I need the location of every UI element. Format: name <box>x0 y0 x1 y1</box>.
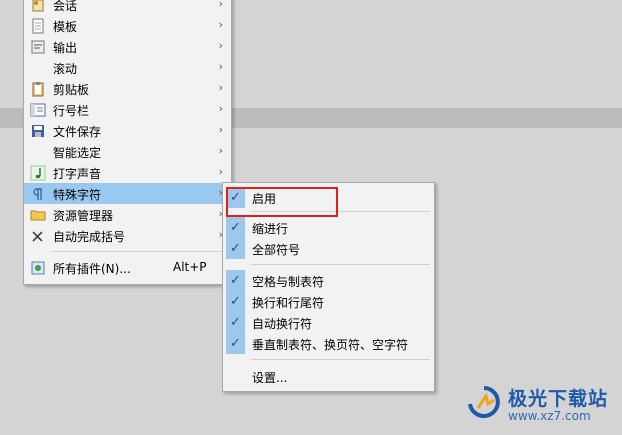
chevron-right-icon: › <box>218 81 223 94</box>
folder-icon <box>30 207 46 223</box>
menu-separator <box>52 251 227 252</box>
watermark: 极光下载站 www.xz7.com <box>460 382 620 430</box>
menu-item-typing-sound[interactable]: 打字声音 › <box>24 162 231 183</box>
menu-item-explorer[interactable]: 资源管理器 › <box>24 204 231 225</box>
menu-item-template[interactable]: 模板 › <box>24 15 231 36</box>
output-icon <box>30 39 46 55</box>
chevron-right-icon: › <box>218 18 223 31</box>
chevron-right-icon: › <box>218 144 223 157</box>
submenu-item-label: 垂直制表符、换页符、空字符 <box>252 338 409 352</box>
menu-item-label: 自动完成括号 <box>53 230 126 244</box>
menu-item-special-chars[interactable]: 特殊字符 › <box>24 183 231 204</box>
line-number-icon <box>30 102 46 118</box>
clipboard-icon <box>30 81 46 97</box>
music-note-icon <box>30 165 46 181</box>
checkmark-icon: ✓ <box>226 312 245 333</box>
watermark-logo-icon <box>464 382 504 422</box>
menu-item-session[interactable]: 会话 › <box>24 0 231 15</box>
menu-item-label: 智能选定 <box>53 146 102 160</box>
menu-item-clipboard[interactable]: 剪贴板 › <box>24 78 231 99</box>
menu-item-label: 模板 <box>53 20 78 34</box>
chevron-right-icon: › <box>218 60 223 73</box>
submenu-item-wrap-symbols[interactable]: ✓ 自动换行符 <box>223 312 434 333</box>
checkmark-icon: ✓ <box>226 217 245 238</box>
submenu-item-control-chars[interactable]: ✓ 垂直制表符、换页符、空字符 <box>223 333 434 354</box>
watermark-title: 极光下载站 <box>508 388 609 410</box>
checkmark-icon: ✓ <box>226 238 245 259</box>
menu-item-label: 会话 <box>53 0 78 13</box>
menu-item-label: 输出 <box>53 41 78 55</box>
pilcrow-icon <box>30 186 46 202</box>
menu-item-label: 滚动 <box>53 62 78 76</box>
annotation-highlight-box <box>226 187 338 217</box>
watermark-url: www.xz7.com <box>508 409 591 423</box>
template-icon <box>30 18 46 34</box>
menu-item-output[interactable]: 输出 › <box>24 36 231 57</box>
menu-item-all-plugins[interactable]: 所有插件(N)... Alt+P <box>24 257 231 278</box>
chevron-right-icon: › <box>218 102 223 115</box>
submenu-item-label: 全部符号 <box>252 243 301 257</box>
menu-separator <box>251 264 430 265</box>
checkmark-icon: ✓ <box>226 291 245 312</box>
submenu-item-label: 自动换行符 <box>252 317 313 331</box>
submenu-item-label: 缩进行 <box>252 222 289 236</box>
menu-item-label: 特殊字符 <box>53 188 102 202</box>
submenu-item-spaces-tabs[interactable]: ✓ 空格与制表符 <box>223 270 434 291</box>
checkmark-icon: ✓ <box>226 333 245 354</box>
menu-item-label: 所有插件(N)... <box>53 262 131 276</box>
menu-item-smart-select[interactable]: 智能选定 › <box>24 141 231 162</box>
chevron-right-icon: › <box>218 39 223 52</box>
shortcut-label: Alt+P <box>173 260 207 274</box>
submenu-item-line-endings[interactable]: ✓ 换行和行尾符 <box>223 291 434 312</box>
submenu-item-settings[interactable]: 设置... <box>223 366 434 387</box>
submenu-item-indent-lines[interactable]: ✓ 缩进行 <box>223 217 434 238</box>
menu-item-label: 行号栏 <box>53 104 90 118</box>
submenu-item-label: 设置... <box>252 371 288 385</box>
menu-item-file-save[interactable]: 文件保存 › <box>24 120 231 141</box>
save-icon <box>30 123 46 139</box>
menu-item-auto-close-brackets[interactable]: 自动完成括号 › <box>24 225 231 246</box>
submenu-item-all-symbols[interactable]: ✓ 全部符号 <box>223 238 434 259</box>
chevron-right-icon: › <box>218 123 223 136</box>
menu-item-label: 资源管理器 <box>53 209 114 223</box>
chevron-right-icon: › <box>218 0 223 10</box>
submenu-item-label: 空格与制表符 <box>252 275 325 289</box>
close-bracket-icon <box>30 228 46 244</box>
plugin-context-menu: 会话 › 模板 › 输出 › 滚动 › 剪贴板 › 行号栏 › 文件保存 › 智… <box>23 0 232 285</box>
plugin-icon <box>30 260 46 276</box>
menu-item-label: 打字声音 <box>53 167 102 181</box>
menu-item-label: 文件保存 <box>53 125 102 139</box>
chevron-right-icon: › <box>218 165 223 178</box>
menu-separator <box>251 359 430 360</box>
submenu-item-label: 换行和行尾符 <box>252 296 325 310</box>
menu-item-label: 剪贴板 <box>53 83 90 97</box>
session-icon <box>30 0 46 13</box>
menu-item-scroll[interactable]: 滚动 › <box>24 57 231 78</box>
checkmark-icon: ✓ <box>226 270 245 291</box>
menu-item-line-number-bar[interactable]: 行号栏 › <box>24 99 231 120</box>
